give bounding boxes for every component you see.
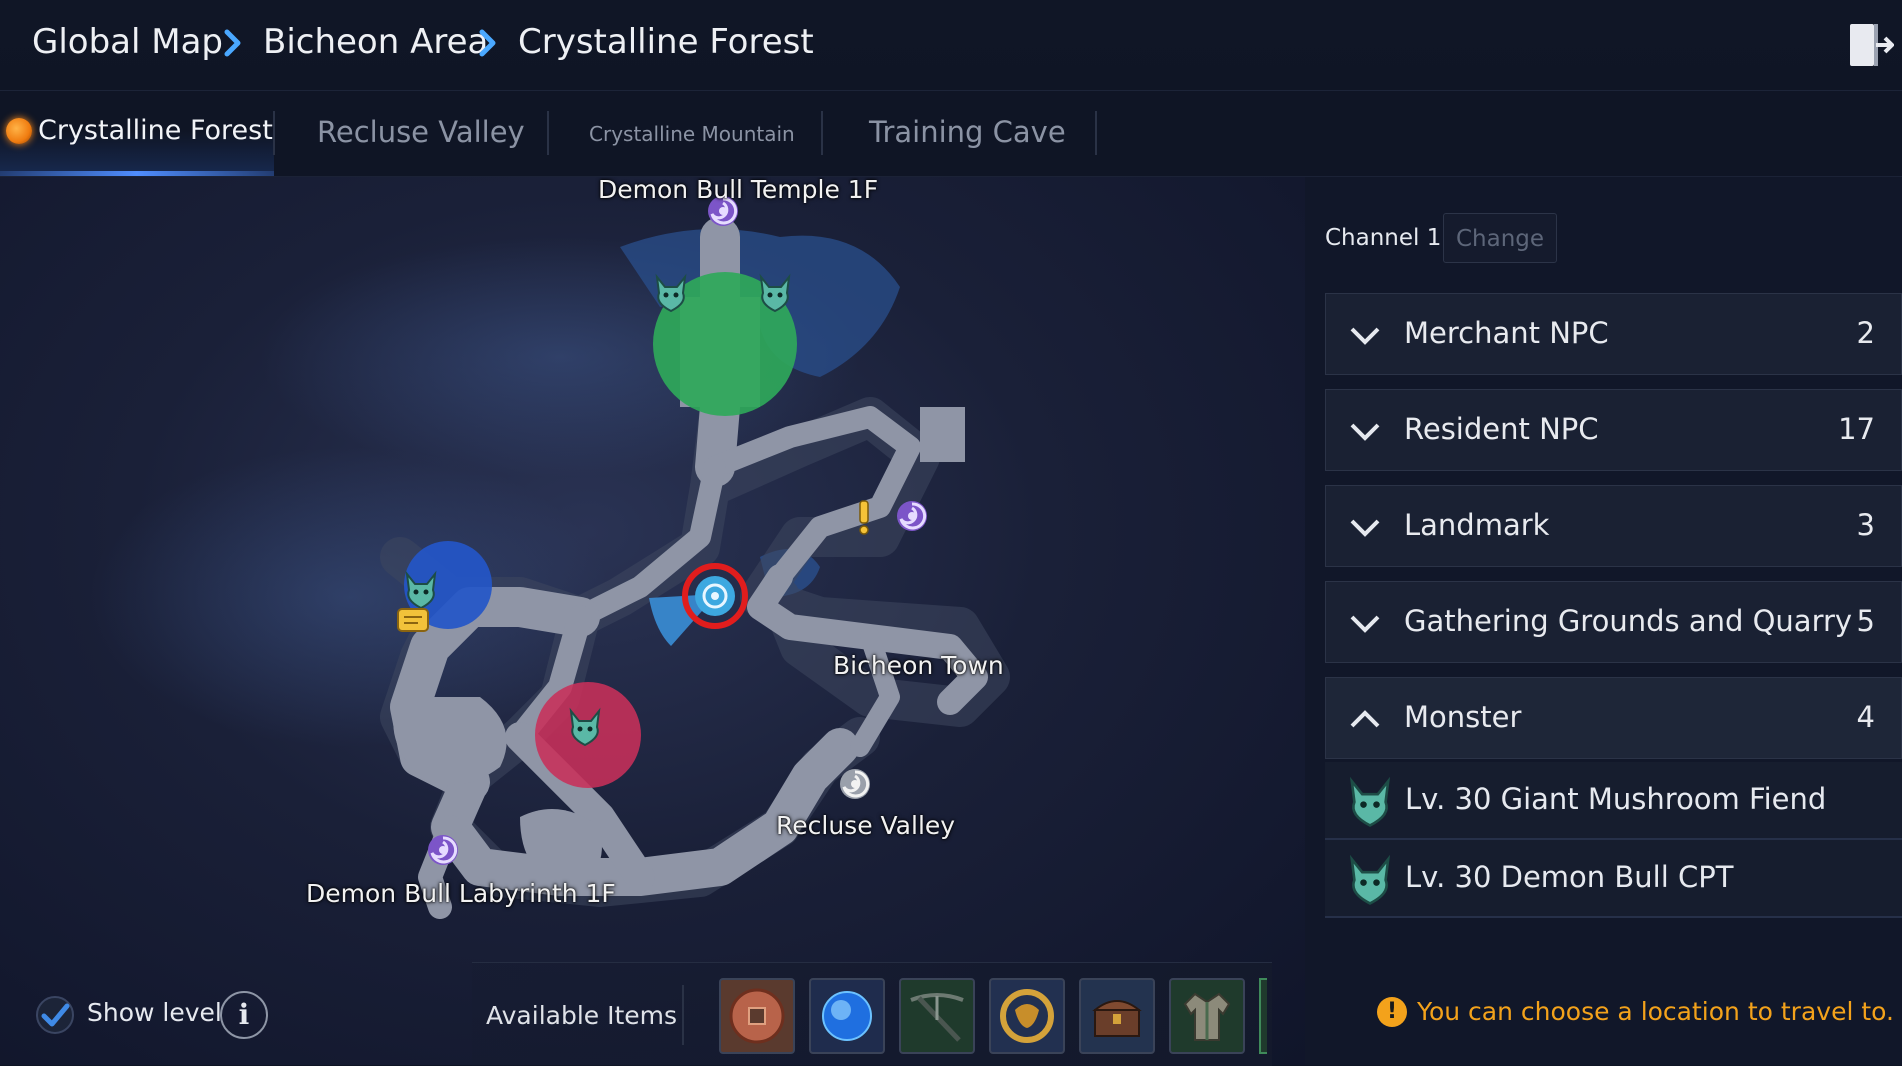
monster-name: Lv. 30 Demon Bull CPT (1405, 860, 1734, 894)
coin-icon[interactable] (719, 978, 795, 1054)
channel-label: Channel 1 (1325, 225, 1442, 251)
category-count: 2 (1856, 316, 1875, 350)
tab-label: Crystalline Mountain (589, 122, 795, 146)
category-merchant-npc[interactable]: Merchant NPC 2 (1325, 293, 1902, 375)
portal-icon[interactable] (895, 499, 929, 533)
category-label: Resident NPC (1404, 412, 1599, 446)
category-label: Gathering Grounds and Quarry (1404, 604, 1853, 638)
area-tabs: Crystalline Forest Recluse Valley Crysta… (0, 91, 1902, 177)
active-tab-underline (0, 171, 274, 176)
quest-scroll-icon[interactable] (394, 605, 432, 635)
robe-icon[interactable] (1169, 978, 1245, 1054)
tab-divider (1095, 111, 1097, 155)
demon-head-icon[interactable] (403, 570, 439, 610)
chevron-right-icon (479, 29, 496, 57)
category-monster[interactable]: Monster 4 (1325, 677, 1902, 759)
demon-head-icon (1349, 854, 1391, 905)
divider (682, 985, 684, 1045)
category-label: Landmark (1404, 508, 1550, 542)
category-count: 3 (1856, 508, 1875, 542)
area-map[interactable]: Demon Bull Temple 1F Bicheon Town Reclus… (0, 177, 1305, 1065)
tab-label: Recluse Valley (317, 115, 525, 149)
player-position-marker-icon (649, 563, 748, 646)
treasure-chest-icon[interactable] (1079, 978, 1155, 1054)
crossbow-icon[interactable] (899, 978, 975, 1054)
available-items-bar: Available Items (472, 962, 1272, 1066)
chevron-down-icon (1350, 615, 1380, 633)
monster-list-item[interactable]: Lv. 30 Demon Bull CPT (1325, 840, 1902, 918)
show-level-label: Show level (87, 998, 222, 1027)
category-count: 5 (1856, 604, 1875, 638)
blue-orb-icon[interactable] (809, 978, 885, 1054)
category-count: 4 (1856, 700, 1875, 734)
available-items-label: Available Items (486, 1001, 678, 1030)
map-legend-panel: Channel 1 Change Merchant NPC 2 Resident… (1305, 177, 1902, 1065)
dragon-medallion-icon[interactable] (989, 978, 1065, 1054)
tab-recluse-valley[interactable]: Recluse Valley (275, 91, 547, 176)
category-count: 17 (1838, 412, 1875, 446)
tab-label: Crystalline Forest (38, 115, 273, 146)
top-bar: Global Map Bicheon Area Crystalline Fore… (0, 0, 1902, 91)
map-label-bicheon-town[interactable]: Bicheon Town (833, 651, 1004, 680)
portal-icon[interactable] (426, 833, 460, 867)
breadcrumb-bicheon-area[interactable]: Bicheon Area (263, 22, 488, 62)
demon-head-icon[interactable] (757, 273, 793, 313)
category-gathering-grounds[interactable]: Gathering Grounds and Quarry 5 (1325, 581, 1902, 663)
map-label-recluse-valley[interactable]: Recluse Valley (776, 811, 955, 840)
tab-crystalline-forest[interactable]: Crystalline Forest (0, 91, 274, 176)
change-channel-button[interactable]: Change (1443, 213, 1557, 263)
portal-icon[interactable] (838, 767, 872, 801)
chevron-down-icon (1350, 423, 1380, 441)
tab-crystalline-mountain[interactable]: Crystalline Mountain (549, 91, 821, 176)
chevron-up-icon (1350, 710, 1380, 728)
monster-list-item[interactable]: Lv. 30 Giant Mushroom Fiend (1325, 762, 1902, 840)
chevron-down-icon (1350, 519, 1380, 537)
chevron-down-icon (1350, 327, 1380, 345)
warning-icon: ! (1377, 997, 1407, 1027)
chevron-right-icon (224, 29, 241, 57)
checkmark-icon[interactable] (35, 995, 75, 1035)
demon-head-icon[interactable] (653, 273, 689, 313)
category-resident-npc[interactable]: Resident NPC 17 (1325, 389, 1902, 471)
quest-exclamation-icon[interactable] (853, 497, 875, 537)
category-label: Merchant NPC (1404, 316, 1609, 350)
category-landmark[interactable]: Landmark 3 (1325, 485, 1902, 567)
monster-name: Lv. 30 Giant Mushroom Fiend (1405, 782, 1827, 816)
breadcrumb-current: Crystalline Forest (518, 22, 814, 62)
exit-icon[interactable] (1846, 20, 1894, 70)
breadcrumb-global-map[interactable]: Global Map (32, 22, 223, 62)
current-location-dot-icon (6, 118, 32, 144)
map-label-demon-bull-temple[interactable]: Demon Bull Temple 1F (598, 177, 878, 204)
tab-training-cave[interactable]: Training Cave (823, 91, 1095, 176)
travel-hint: You can choose a location to travel to. (1417, 997, 1894, 1026)
item-slot-partial (1259, 978, 1267, 1054)
category-label: Monster (1404, 700, 1522, 734)
demon-head-icon[interactable] (567, 707, 603, 747)
info-icon[interactable]: i (220, 991, 268, 1039)
map-label-demon-bull-labyrinth[interactable]: Demon Bull Labyrinth 1F (306, 879, 616, 908)
demon-head-icon (1349, 776, 1391, 827)
tab-label: Training Cave (869, 115, 1066, 149)
